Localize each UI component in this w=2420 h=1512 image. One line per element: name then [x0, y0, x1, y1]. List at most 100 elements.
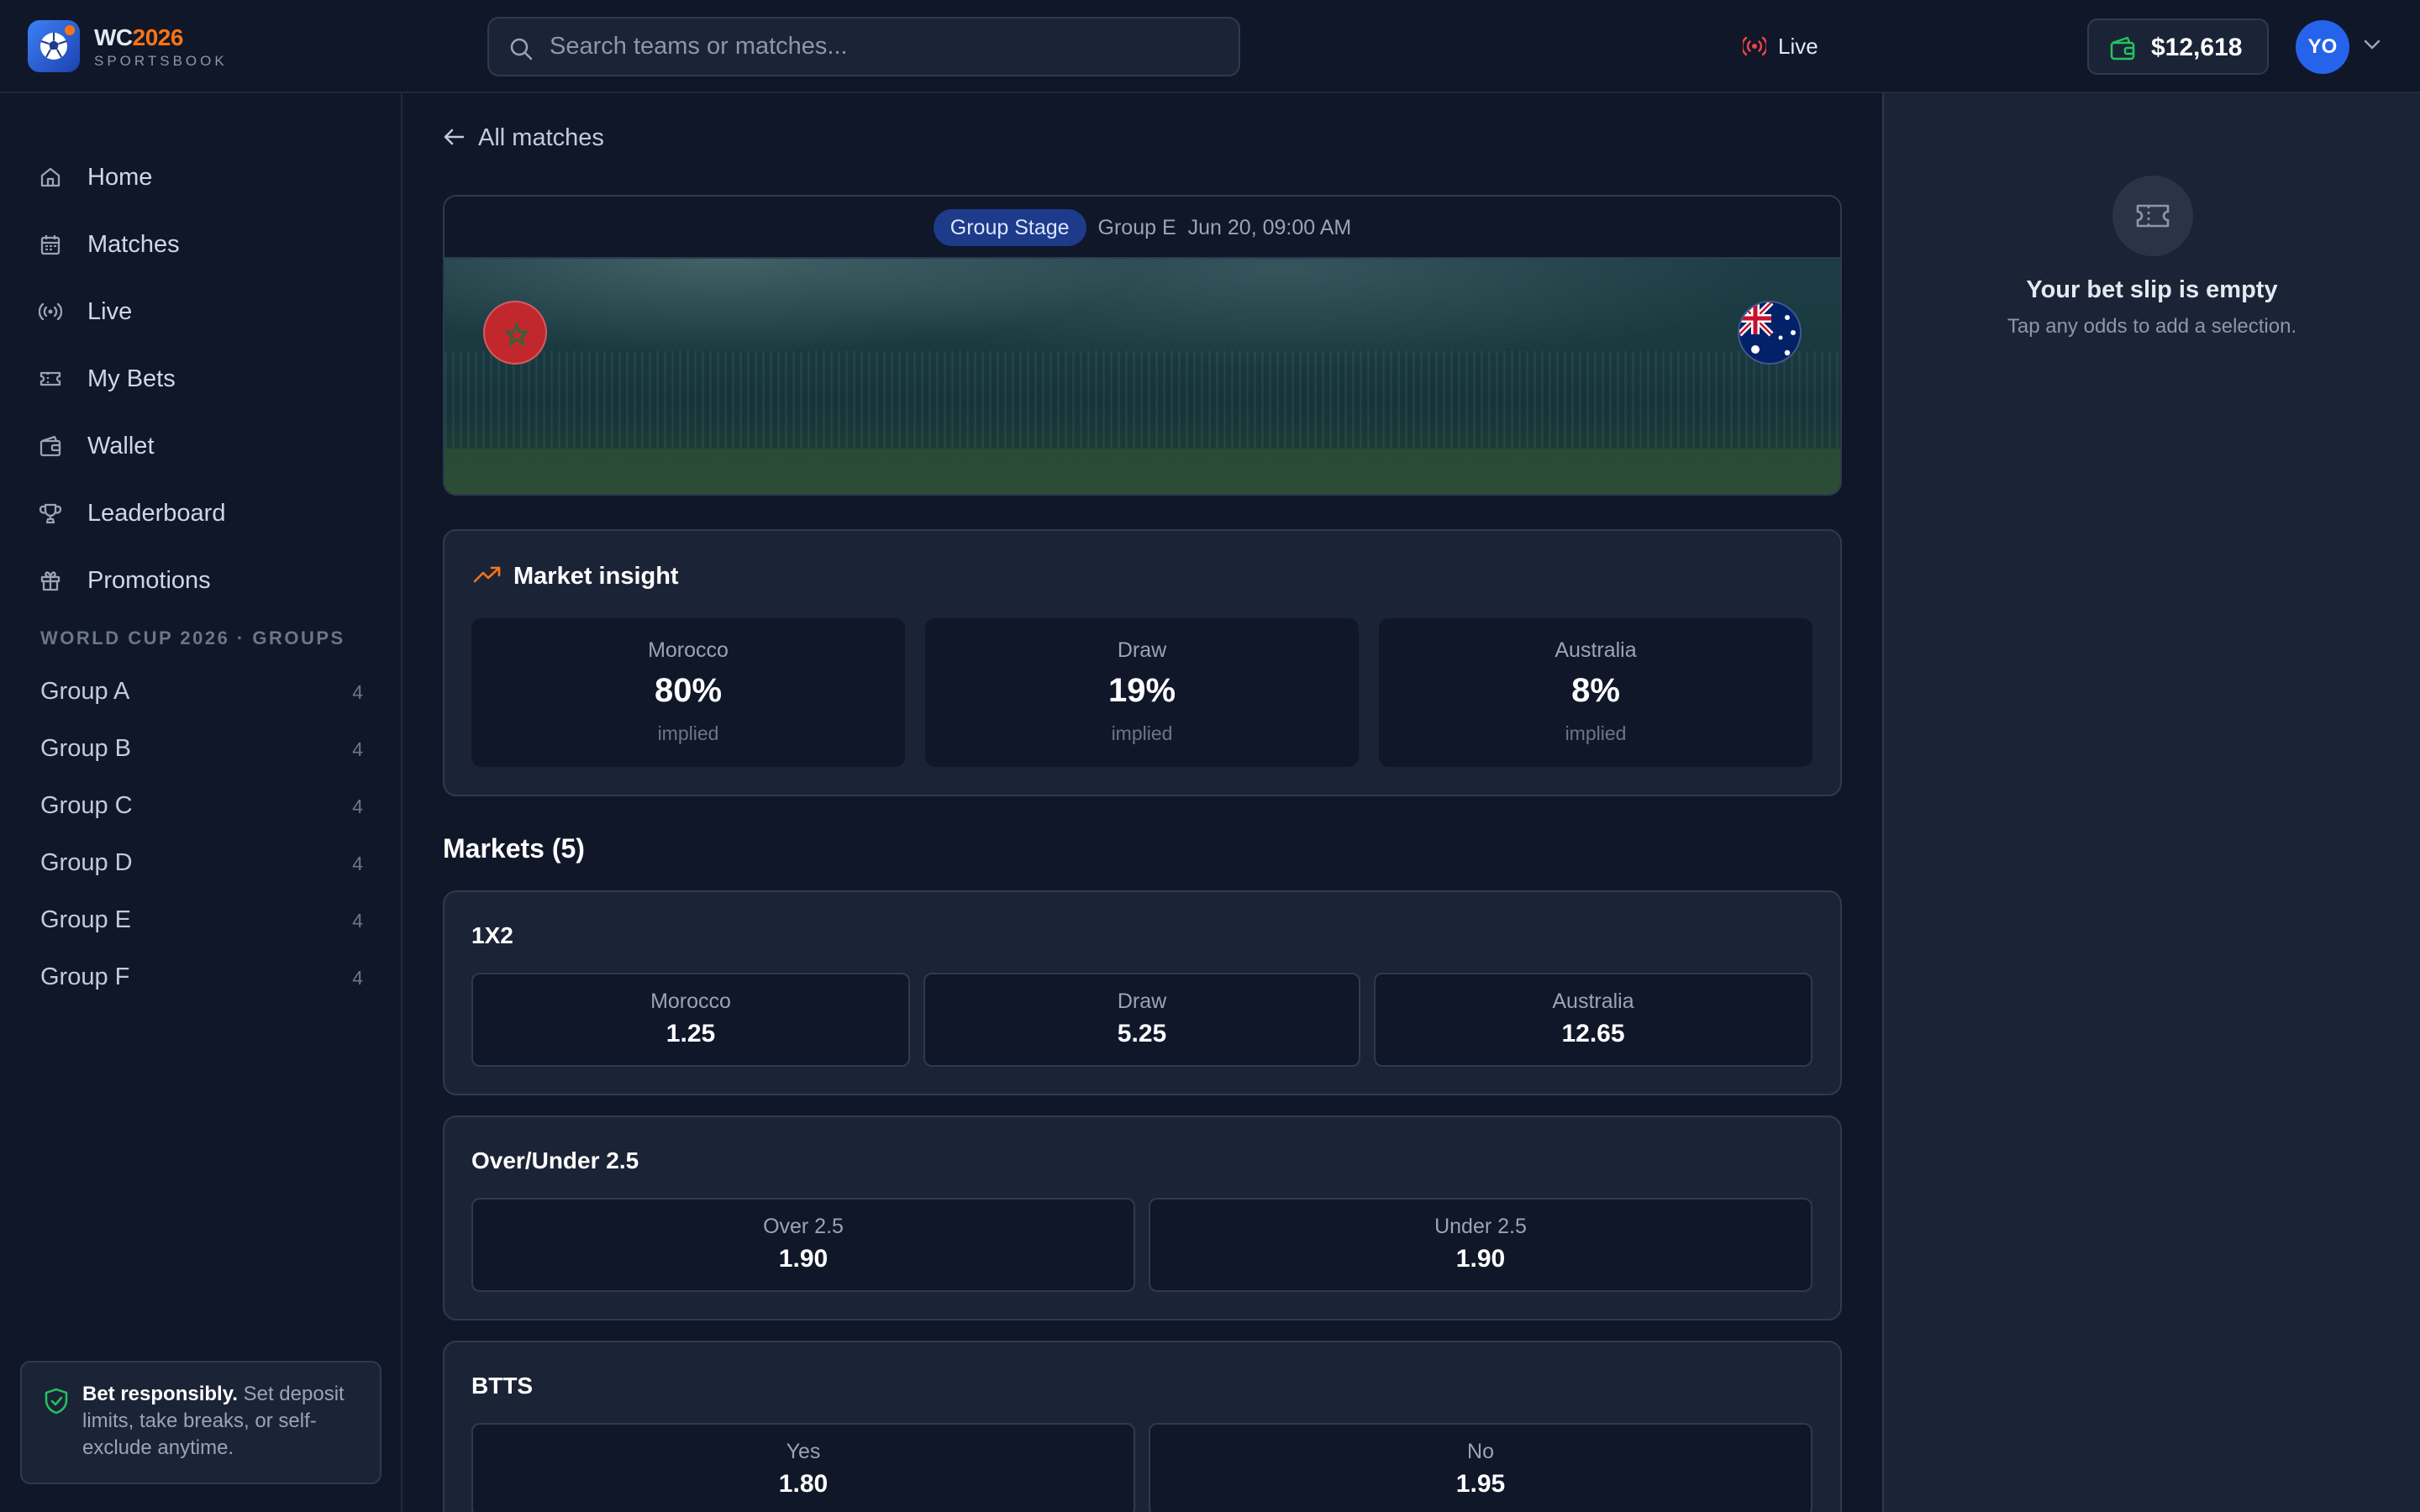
brand-title: WC2026	[94, 24, 183, 50]
top-bar: WC2026 SPORTSBOOK Live $12,618 YO	[0, 0, 2420, 93]
ticket-icon	[2112, 176, 2193, 256]
sidebar-item-matches[interactable]: Matches	[20, 218, 381, 271]
group-name: Group E	[40, 906, 131, 933]
search-box[interactable]	[487, 17, 1240, 76]
bet-slip-title: Your bet slip is empty	[2026, 276, 2278, 303]
odds-label: Australia	[1552, 990, 1634, 1013]
sidebar-item-leaderboard[interactable]: Leaderboard	[20, 486, 381, 540]
sidebar-item-live[interactable]: Live	[20, 285, 381, 339]
probability-label: implied	[1565, 722, 1627, 744]
sidebar-item-home[interactable]: Home	[20, 150, 381, 204]
home-icon	[40, 167, 60, 187]
sidebar-item-label: Home	[87, 164, 153, 191]
odds-label: Under 2.5	[1434, 1215, 1527, 1238]
group-name: Group B	[40, 735, 131, 762]
sidebar-group-b[interactable]: Group B 4	[40, 730, 363, 767]
group-count: 4	[352, 738, 363, 760]
brand[interactable]: WC2026 SPORTSBOOK	[94, 24, 228, 71]
sidebar-group-c[interactable]: Group C 4	[40, 787, 363, 824]
group-count: 4	[352, 967, 363, 989]
sidebar-item-wallet[interactable]: Wallet	[20, 419, 381, 473]
odds-value: 1.95	[1455, 1470, 1506, 1498]
odds-value: 1.25	[666, 1020, 716, 1047]
trophy-icon	[39, 503, 62, 524]
responsible-text: Bet responsibly. Set deposit limits, tak…	[82, 1383, 345, 1459]
bet-slip-subtitle: Tap any odds to add a selection.	[2007, 315, 2297, 338]
groups-heading: WORLD CUP 2026 · GROUPS	[40, 627, 345, 648]
odds-button-home[interactable]: Morocco 1.25	[471, 973, 910, 1067]
sidebar-item-label: Matches	[87, 231, 180, 258]
match-detail: All matches Group Stage Group E Jun 20, …	[404, 93, 1882, 1512]
probability-card-home: Morocco 80% implied	[471, 618, 905, 767]
odds-label: Over 2.5	[763, 1215, 844, 1238]
odds-value: 1.80	[778, 1470, 829, 1498]
market-btts: BTTS Yes 1.80 No 1.95	[443, 1341, 1842, 1512]
responsible-gambling-notice: Bet responsibly. Set deposit limits, tak…	[20, 1361, 381, 1484]
wallet-icon	[2110, 36, 2135, 60]
odds-button-away[interactable]: Australia 12.65	[1374, 973, 1812, 1067]
gift-icon	[40, 571, 60, 591]
probability-team: Draw	[1117, 638, 1167, 662]
group-name: Group A	[40, 678, 130, 705]
trending-up-icon	[473, 566, 501, 583]
brand-subtitle: SPORTSBOOK	[94, 53, 228, 69]
chevron-down-icon[interactable]	[2363, 39, 2381, 50]
bet-slip: Your bet slip is empty Tap any odds to a…	[1882, 93, 2420, 1512]
odds-button-no[interactable]: No 1.95	[1149, 1423, 1812, 1512]
sidebar: Home Matches Live My Bets Wallet Leaderb…	[0, 93, 402, 1512]
sidebar-item-label: Live	[87, 298, 133, 325]
odds-value: 1.90	[778, 1245, 829, 1273]
sidebar-group-d[interactable]: Group D 4	[40, 844, 363, 881]
probability-value: 8%	[1571, 672, 1620, 709]
shield-check-icon	[45, 1388, 68, 1415]
odds-label: Draw	[1117, 990, 1167, 1013]
logo[interactable]	[28, 20, 80, 72]
group-name: Group C	[40, 792, 133, 819]
market-insight-title: Market insight	[513, 563, 679, 590]
avatar[interactable]: YO	[2296, 20, 2349, 74]
odds-button-yes[interactable]: Yes 1.80	[471, 1423, 1135, 1512]
group-count: 4	[352, 795, 363, 817]
match-datetime: Jun 20, 09:00 AM	[1187, 215, 1352, 239]
broadcast-icon	[39, 302, 62, 321]
group-count: 4	[352, 681, 363, 703]
odds-value: 1.90	[1455, 1245, 1506, 1273]
wallet-icon	[39, 435, 61, 457]
market-over-under: Over/Under 2.5 Over 2.5 1.90 Under 2.5 1…	[443, 1116, 1842, 1320]
australia-flag-icon[interactable]	[1738, 301, 1802, 365]
match-group: Group E	[1097, 215, 1176, 239]
group-name: Group D	[40, 849, 133, 876]
morocco-flag-icon[interactable]	[483, 301, 547, 365]
broadcast-icon	[1743, 36, 1766, 56]
live-label: Live	[1778, 34, 1818, 59]
probability-label: implied	[657, 722, 719, 744]
odds-value: 5.25	[1117, 1020, 1167, 1047]
sidebar-item-label: Promotions	[87, 567, 211, 594]
sidebar-group-a[interactable]: Group A 4	[40, 673, 363, 710]
odds-label: Yes	[786, 1440, 821, 1463]
ticket-icon	[39, 371, 61, 386]
group-count: 4	[352, 910, 363, 932]
sidebar-item-label: Leaderboard	[87, 500, 226, 527]
odds-button-draw[interactable]: Draw 5.25	[923, 973, 1360, 1067]
probability-team: Morocco	[648, 638, 729, 662]
group-name: Group F	[40, 963, 130, 990]
sidebar-item-my-bets[interactable]: My Bets	[20, 352, 381, 406]
back-label: All matches	[478, 124, 604, 151]
search-input[interactable]	[550, 18, 1222, 75]
sidebar-group-f[interactable]: Group F 4	[40, 958, 363, 995]
balance-button[interactable]: $12,618	[2087, 18, 2269, 75]
probability-label: implied	[1111, 722, 1173, 744]
market-title: 1X2	[471, 922, 513, 948]
stage-badge: Group Stage	[933, 209, 1086, 246]
probability-card-away: Australia 8% implied	[1379, 618, 1812, 767]
odds-button-over[interactable]: Over 2.5 1.90	[471, 1198, 1135, 1292]
balance-amount: $12,618	[2151, 34, 2243, 61]
odds-button-under[interactable]: Under 2.5 1.90	[1149, 1198, 1812, 1292]
markets-heading: Markets (5)	[443, 833, 585, 864]
probability-card-draw: Draw 19% implied	[925, 618, 1359, 767]
sidebar-group-e[interactable]: Group E 4	[40, 901, 363, 938]
sidebar-item-label: My Bets	[87, 365, 176, 392]
market-1x2: 1X2 Morocco 1.25 Draw 5.25 Australia 12.…	[443, 890, 1842, 1095]
sidebar-item-promotions[interactable]: Promotions	[20, 554, 381, 607]
